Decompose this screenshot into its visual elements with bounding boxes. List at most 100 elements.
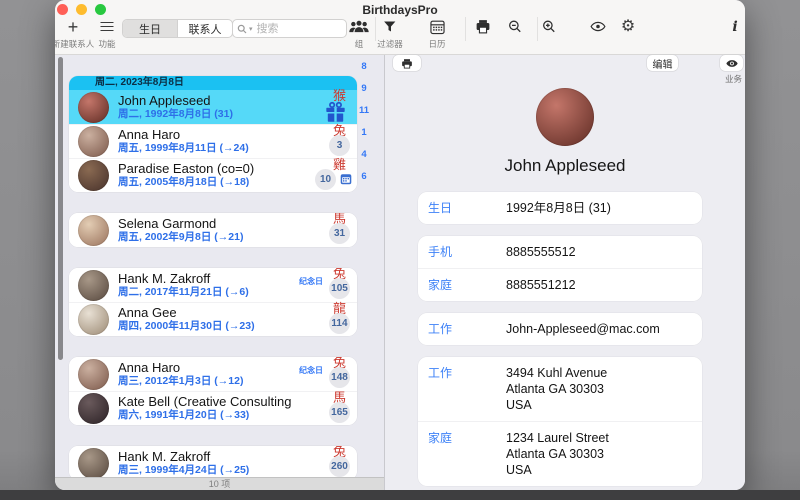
calendar-icon xyxy=(428,17,445,36)
contact-row-text: John Appleseed 周二, 1992年8月8日 (31) xyxy=(118,94,291,121)
field-value: 3494 Kuhl Avenue Atlanta GA 30303 USA xyxy=(506,365,607,413)
field-value: 8885551212 xyxy=(506,277,576,293)
detail-field-row[interactable]: 家庭 8885551212 xyxy=(418,268,702,301)
list-scrollbar[interactable] xyxy=(58,57,63,360)
list-group-card: Hank M. Zakroff 周三, 1999年4月24日 (→25) 兔 2… xyxy=(69,446,357,480)
tab-contacts[interactable]: 联系人 xyxy=(177,20,232,37)
minimize-window-button[interactable] xyxy=(76,4,87,15)
avatar xyxy=(78,92,109,123)
avatar xyxy=(78,393,109,424)
contact-name: Anna Gee xyxy=(118,306,291,320)
detail-field-row[interactable]: 手机 8885555512 xyxy=(418,236,702,268)
contact-row-text: Kate Bell (Creative Consulting) 周六, 1991… xyxy=(118,395,291,422)
contact-row[interactable]: Anna Haro 周五, 1999年8月11日 (→24) 兔 3 xyxy=(69,124,357,158)
index-number[interactable]: 11 xyxy=(359,106,369,116)
content-area: 周二, 2023年8月8日 John Appleseed 周二, 1992年8月… xyxy=(55,55,745,490)
field-value: 1234 Laurel Street Atlanta GA 30303 USA xyxy=(506,430,609,478)
days-badge: 105 xyxy=(329,278,350,299)
contact-date: 周三, 2012年1月3日 (→12) xyxy=(118,375,291,388)
zoom-in-button[interactable] xyxy=(542,17,557,36)
print-button[interactable] xyxy=(474,17,492,36)
filter-button[interactable]: 过滤器 xyxy=(377,17,403,50)
business-label: 业务 xyxy=(725,73,742,85)
printer-icon xyxy=(400,57,414,70)
group-button[interactable]: 组 xyxy=(349,17,370,50)
anniversary-tag: 纪念日 xyxy=(299,276,323,287)
hamburger-menu-icon xyxy=(98,17,115,36)
contact-row-text: Anna Gee 周四, 2000年11月30日 (→23) xyxy=(118,306,291,333)
avatar xyxy=(78,126,109,157)
detail-field-row[interactable]: 工作 John-Appleseed@mac.com xyxy=(418,313,702,345)
tab-birthdays[interactable]: 生日 xyxy=(123,20,177,37)
list-group-card: Selena Garmond 周五, 2002年9月8日 (→21) 馬 31 xyxy=(69,213,357,247)
settings-button[interactable]: ⚙ xyxy=(621,17,635,36)
contact-date: 周五, 1999年8月11日 (→24) xyxy=(118,142,291,155)
detail-field-row[interactable]: 家庭 1234 Laurel Street Atlanta GA 30303 U… xyxy=(418,421,702,486)
detail-card: 工作 John-Appleseed@mac.com xyxy=(418,313,702,345)
detail-field-row[interactable]: 生日 1992年8月8日 (31) xyxy=(418,192,702,224)
app-window: BirthdaysPro + 新建联系人 功能 生日 联系人 ▾ xyxy=(55,0,745,490)
info-button[interactable]: i xyxy=(732,17,737,36)
toolbar-separator xyxy=(537,17,538,41)
detail-field-row[interactable]: 工作 3494 Kuhl Avenue Atlanta GA 30303 USA xyxy=(418,357,702,421)
zoom-window-button[interactable] xyxy=(95,4,106,15)
contact-row[interactable]: Anna Gee 周四, 2000年11月30日 (→23) 龍 114 xyxy=(69,302,357,336)
visibility-button[interactable] xyxy=(590,17,607,36)
contact-row-right: 兔 纪念日 148 xyxy=(291,357,353,391)
index-number[interactable]: 1 xyxy=(361,128,366,138)
mini-calendar-icon xyxy=(340,173,352,185)
contact-row[interactable]: Paradise Easton (co=0) 周五, 2005年8月18日 (→… xyxy=(69,158,357,192)
detail-card: 工作 3494 Kuhl Avenue Atlanta GA 30303 USA… xyxy=(418,357,702,486)
search-field[interactable]: ▾ xyxy=(232,19,347,38)
field-value: 8885555512 xyxy=(506,244,576,260)
avatar xyxy=(78,359,109,390)
search-input[interactable] xyxy=(255,22,329,36)
new-contact-button[interactable]: + 新建联系人 xyxy=(55,17,94,50)
field-value: John-Appleseed@mac.com xyxy=(506,321,660,337)
view-segmented-control: 生日 联系人 xyxy=(122,19,233,38)
edit-button[interactable]: 编辑 xyxy=(647,55,678,71)
contact-row-text: Anna Haro 周三, 2012年1月3日 (→12) xyxy=(118,361,291,388)
zoom-out-button[interactable] xyxy=(508,17,523,36)
contact-row-right: 猴 xyxy=(291,90,353,124)
detail-cards: 生日 1992年8月8日 (31) 手机 8885555512 家庭 88855… xyxy=(418,192,702,490)
detail-avatar xyxy=(536,88,594,146)
list-group-card: Anna Haro 周三, 2012年1月3日 (→12) 兔 纪念日 148 … xyxy=(69,357,357,425)
functions-button[interactable]: 功能 xyxy=(98,17,115,50)
field-label: 工作 xyxy=(428,365,506,381)
contact-row[interactable]: Hank M. Zakroff 周三, 1999年4月24日 (→25) 兔 2… xyxy=(69,446,357,480)
index-number[interactable]: 8 xyxy=(361,62,366,72)
days-badge: 148 xyxy=(329,367,350,388)
days-badge: 10 xyxy=(315,169,336,190)
window-title: BirthdaysPro xyxy=(55,3,745,17)
calendar-button[interactable]: 日历 xyxy=(428,17,445,50)
index-number[interactable]: 9 xyxy=(361,84,366,94)
contact-name: Anna Haro xyxy=(118,361,291,375)
contact-row-right: 雞 10 xyxy=(291,159,353,193)
contact-row[interactable]: Kate Bell (Creative Consulting) 周六, 1991… xyxy=(69,391,357,425)
contact-row-right: 兔 3 xyxy=(291,125,353,159)
field-label: 家庭 xyxy=(428,430,506,446)
contact-detail-panel: 编辑 业务 John Appleseed 生日 1992年8月8日 (31) 手… xyxy=(385,55,745,490)
contact-row[interactable]: Selena Garmond 周五, 2002年9月8日 (→21) 馬 31 xyxy=(69,213,357,247)
close-window-button[interactable] xyxy=(57,4,68,15)
contact-row[interactable]: John Appleseed 周二, 1992年8月8日 (31) 猴 xyxy=(69,90,357,124)
calendar-label: 日历 xyxy=(428,38,445,50)
anniversary-tag: 纪念日 xyxy=(299,365,323,376)
business-view-button[interactable] xyxy=(720,55,743,71)
contact-row-text: Anna Haro 周五, 1999年8月11日 (→24) xyxy=(118,128,291,155)
contact-row[interactable]: Hank M. Zakroff 周二, 2017年11月21日 (→6) 兔 纪… xyxy=(69,268,357,302)
search-menu-chevron-icon[interactable]: ▾ xyxy=(249,25,253,33)
index-number[interactable]: 6 xyxy=(361,172,366,182)
contact-date: 周五, 2005年8月18日 (→18) xyxy=(118,176,291,189)
detail-print-button[interactable] xyxy=(393,55,421,71)
eye-icon xyxy=(590,17,607,36)
month-index-strip: 8911146 xyxy=(356,62,372,182)
avatar xyxy=(78,304,109,335)
contact-row[interactable]: Anna Haro 周三, 2012年1月3日 (→12) 兔 纪念日 148 xyxy=(69,357,357,391)
filter-label: 过滤器 xyxy=(377,38,403,50)
index-number[interactable]: 4 xyxy=(361,150,366,160)
contact-date: 周二, 1992年8月8日 (31) xyxy=(118,108,291,121)
contact-date: 周四, 2000年11月30日 (→23) xyxy=(118,320,291,333)
list-group-card: Hank M. Zakroff 周二, 2017年11月21日 (→6) 兔 纪… xyxy=(69,268,357,336)
